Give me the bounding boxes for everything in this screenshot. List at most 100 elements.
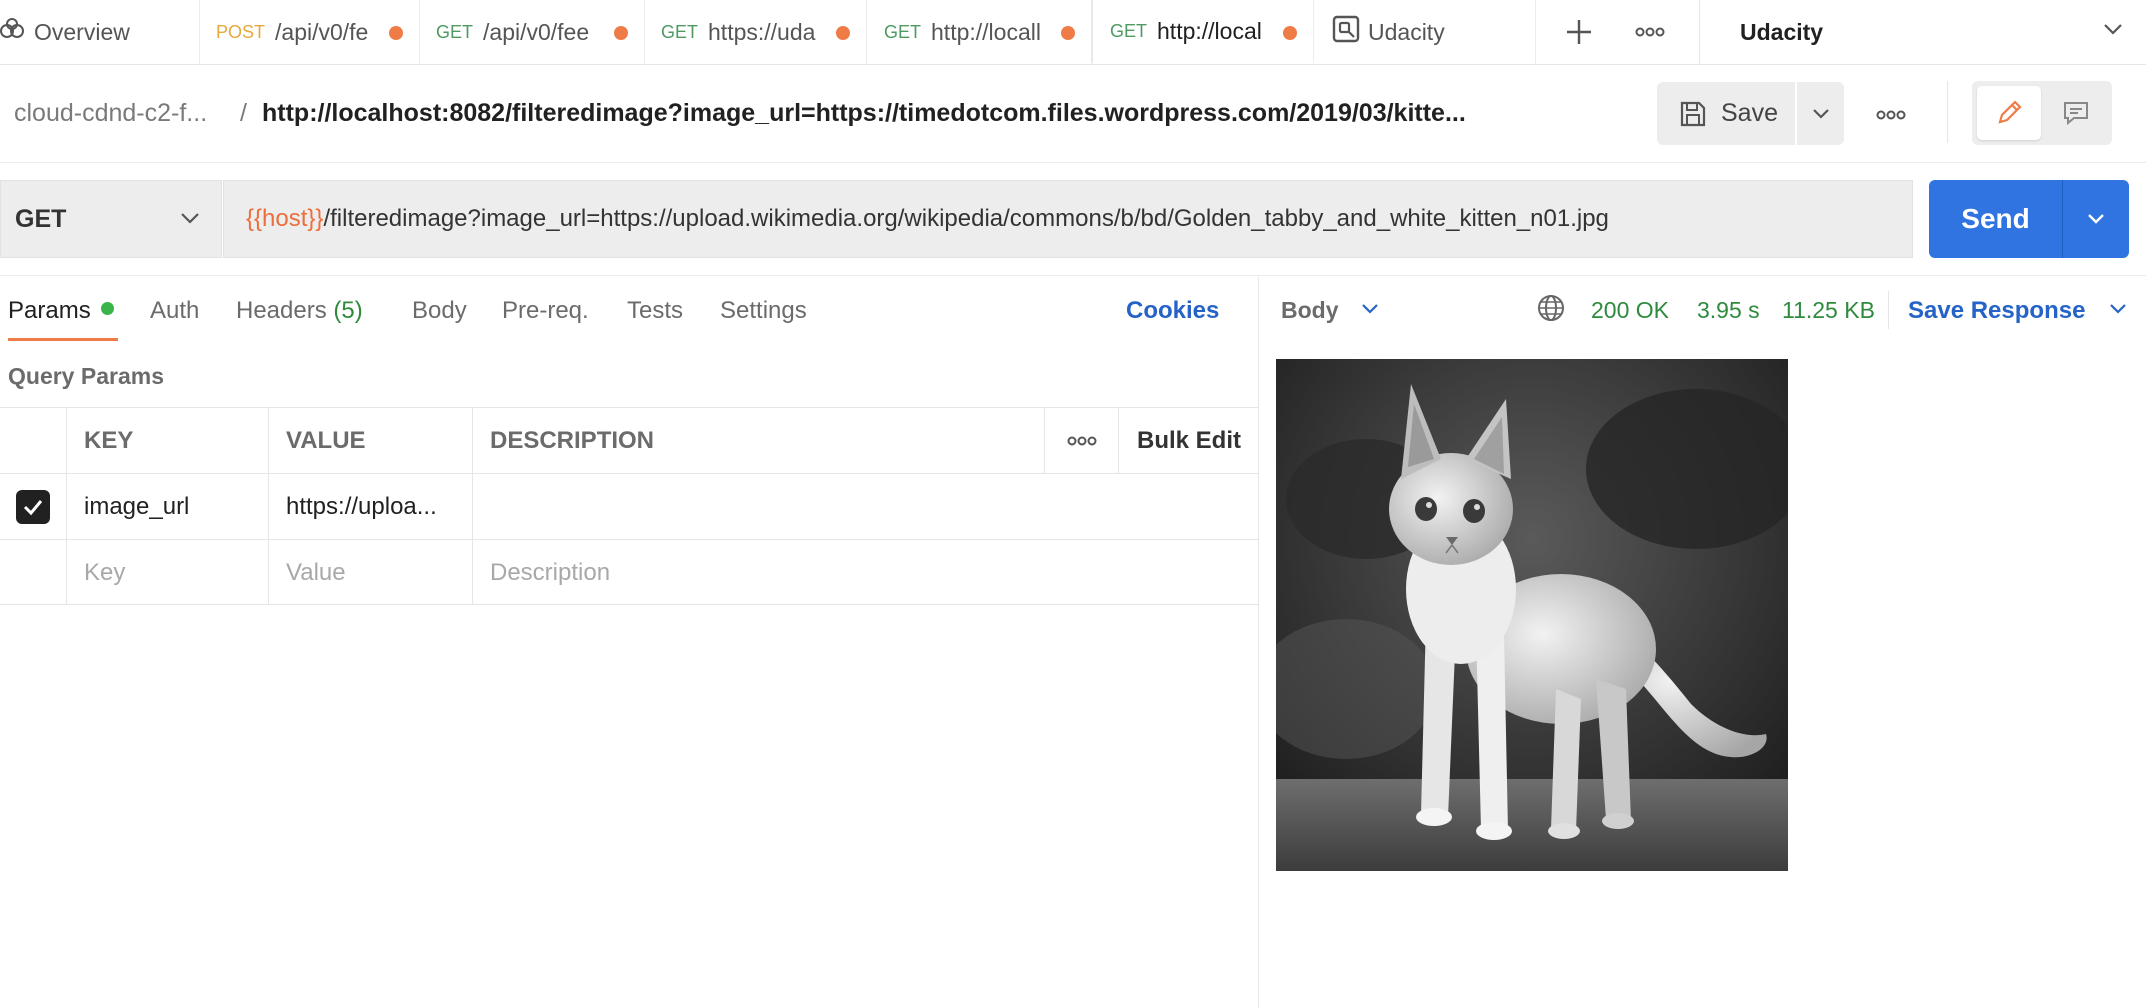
save-options-button[interactable] [1797,82,1844,145]
tab-options-button[interactable] [1626,8,1674,56]
tab-request[interactable]: GET /api/v0/fee [420,0,645,64]
tab-method: POST [216,21,266,42]
tab-title: http://local [1157,17,1262,44]
tab-headers[interactable]: Headers (5) [236,297,363,325]
more-horizontal-icon [1635,27,1665,37]
tab-body[interactable]: Body [412,297,467,325]
bulk-edit-button[interactable]: Bulk Edit [1118,408,1259,473]
save-group: Save [1657,82,1844,145]
url-input[interactable]: {{host}}/filteredimage?image_url=https:/… [223,180,1913,258]
value-placeholder[interactable]: Value [268,540,472,605]
globe-icon[interactable] [1536,293,1566,323]
active-tab-indicator [8,338,118,341]
response-size[interactable]: 11.25 KB [1782,297,1875,324]
param-value[interactable]: https://uploa... [268,474,472,539]
breadcrumb-collection[interactable]: cloud-cdnd-c2-f... [14,99,207,128]
save-response-button[interactable]: Save Response [1908,297,2085,325]
kitten-image [1276,359,1788,871]
tab-headers-label: Headers [236,297,327,324]
request-line: GET {{host}}/filteredimage?image_url=htt… [0,163,2146,276]
column-key: KEY [66,408,268,473]
tab-udacity[interactable]: Udacity [1314,0,1536,64]
tab-request[interactable]: GET http://locall [867,0,1092,64]
tab-overview-label: Overview [34,18,130,45]
column-value: VALUE [268,408,472,473]
method-select[interactable]: GET [0,180,222,258]
chevron-down-icon[interactable] [1360,299,1380,319]
mode-toggle [1972,81,2112,145]
request-name[interactable]: http://localhost:8082/filteredimage?imag… [262,99,1482,128]
params-active-dot [100,302,114,315]
send-options-button[interactable] [2063,180,2129,258]
tab-request-active[interactable]: GET http://local [1092,0,1314,64]
tab-method: GET [1110,20,1148,41]
column-description: DESCRIPTION [472,408,1044,473]
unsaved-dot [836,26,850,40]
tab-params[interactable]: Params [8,297,114,325]
chevron-down-icon [181,213,199,224]
comment-icon [2064,102,2088,126]
tab-settings[interactable]: Settings [720,297,807,325]
query-params-title: Query Params [8,363,164,389]
description-placeholder[interactable]: Description [472,540,1259,605]
tab-tests[interactable]: Tests [627,297,683,325]
chevron-down-icon [2104,24,2122,35]
tab-prerequest[interactable]: Pre-req. [502,297,589,325]
response-time[interactable]: 3.95 s [1697,297,1760,324]
response-panel: Body 200 OK 3.95 s 11.25 KB Save Respons… [1260,277,2146,1008]
plus-icon [1567,20,1591,44]
table-row: image_url https://uploa... [0,473,1259,539]
tab-overview[interactable]: Overview [0,0,200,64]
chevron-down-icon [1812,108,1829,119]
request-window-icon [1332,15,1360,49]
header-check-cell [0,408,66,473]
key-placeholder[interactable]: Key [66,540,268,605]
save-label: Save [1721,99,1778,127]
response-view-select[interactable]: Body [1281,297,1339,324]
chevron-down-icon [2088,214,2104,224]
param-key[interactable]: image_url [66,474,268,539]
new-tab-button[interactable] [1555,8,1603,56]
status-code[interactable]: 200 OK [1591,297,1669,324]
row-checkbox-cell [0,540,66,605]
headers-count: (5) [333,297,363,324]
tab-request[interactable]: GET https://uda [645,0,867,64]
save-icon [1680,101,1706,126]
table-row-empty: Key Value Description [0,539,1259,605]
tab-auth[interactable]: Auth [150,297,199,325]
row-checkbox[interactable] [16,489,50,524]
request-more-button[interactable] [1866,95,1916,135]
unsaved-dot [389,26,403,40]
save-button[interactable]: Save [1657,82,1795,145]
divider [1888,291,1889,329]
tab-method: GET [884,21,922,42]
more-horizontal-icon [1876,110,1906,120]
environment-selector[interactable]: Udacity [1699,0,2146,64]
send-button[interactable]: Send [1929,180,2063,258]
breadcrumb-separator: / [240,99,247,127]
chevron-down-icon[interactable] [2108,299,2128,319]
response-image [1276,359,1788,871]
request-panel: Params Auth Headers (5) Body Pre-req. Te… [0,277,1259,1008]
table-options-button[interactable] [1044,408,1118,473]
url-path: /filteredimage?image_url=https://upload.… [323,205,1609,232]
unsaved-dot [1283,26,1297,40]
tab-method: GET [661,21,699,42]
tab-title: http://locall [931,18,1041,45]
tab-params-label: Params [8,297,91,324]
tab-request[interactable]: POST /api/v0/fe [201,0,420,64]
tab-bar: Overview POST /api/v0/fe GET /api/v0/fee… [0,0,2146,65]
send-group: Send [1929,180,2129,258]
tab-title: /api/v0/fee [483,18,590,45]
table-header: KEY VALUE DESCRIPTION Bulk Edit [0,407,1259,473]
request-header: cloud-cdnd-c2-f... / http://localhost:80… [0,65,2146,163]
divider [1947,81,1948,143]
url-variable: {{host}} [246,205,324,232]
edit-mode-button[interactable] [1977,86,2041,140]
comments-button[interactable] [2044,86,2108,140]
cookies-link[interactable]: Cookies [1126,297,1219,325]
overview-icon [0,17,26,47]
unsaved-dot [614,26,628,40]
method-value: GET [15,204,67,233]
param-description[interactable] [472,474,1044,539]
